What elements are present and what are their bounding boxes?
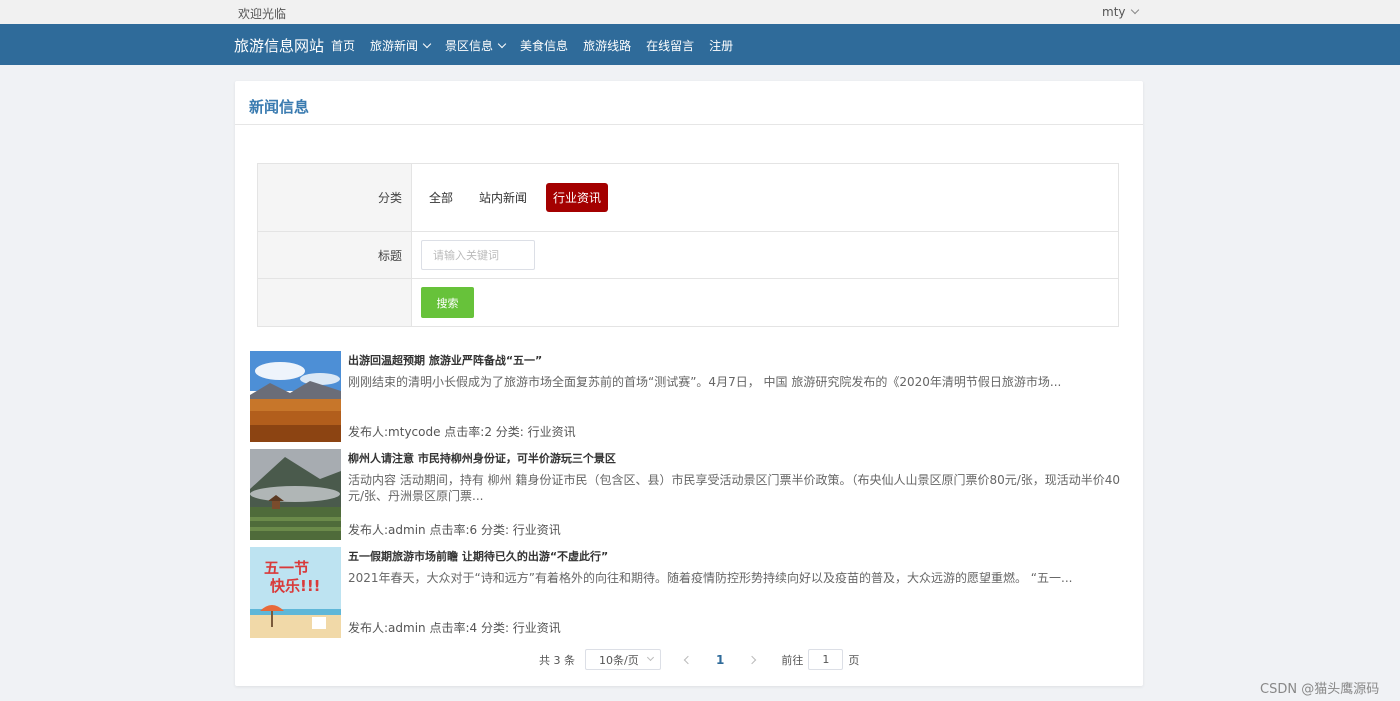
news-title[interactable]: 出游回温超预期 旅游业严阵备战“五一” — [348, 352, 542, 368]
nav-item-label: 在线留言 — [646, 39, 695, 53]
news-thumbnail[interactable] — [250, 449, 341, 540]
news-title[interactable]: 五一假期旅游市场前瞻 让期待已久的出游“不虚此行” — [348, 548, 608, 564]
pagination: 共 3 条 10条/页 1 前往 1 页 — [539, 649, 859, 670]
news-item[interactable]: 出游回温超预期 旅游业严阵备战“五一” 刚刚结束的清明小长假成为了旅游市场全面复… — [250, 351, 1130, 449]
watermark: CSDN @猫头鹰源码 — [1260, 682, 1380, 697]
news-title[interactable]: 柳州人请注意 市民持柳州身份证，可半价游玩三个景区 — [348, 450, 616, 466]
news-summary: 活动内容 活动期间，持有 柳州 籍身份证市民（包含区、县）市民享受活动景区门票半… — [348, 473, 1121, 503]
category-label: 分类 — [258, 164, 412, 231]
user-menu[interactable]: mty — [1102, 5, 1139, 19]
nav-item-travel-news[interactable]: 旅游新闻 — [370, 37, 432, 54]
nav-item-register[interactable]: 注册 — [709, 37, 733, 54]
page-size-value: 10条/页 — [599, 653, 639, 667]
category-industry-news[interactable]: 行业资讯 — [546, 183, 609, 212]
nav-item-messages[interactable]: 在线留言 — [646, 37, 694, 54]
filter-form: 分类 全部 站内新闻 行业资讯 标题 搜索 — [257, 163, 1119, 327]
prev-page-icon[interactable] — [683, 655, 693, 664]
nav-item-label: 注册 — [709, 39, 734, 53]
nav-menu: 首页 旅游新闻 景区信息 美食信息 旅游线路 在线留言 注册 — [331, 37, 733, 54]
title-search-input[interactable] — [421, 240, 535, 270]
total-count: 共 3 条 — [539, 653, 575, 667]
category-row: 分类 全部 站内新闻 行业资讯 — [258, 164, 1118, 232]
goto-page: 前往 1 页 — [781, 649, 859, 670]
chevron-down-icon — [646, 653, 655, 662]
goto-prefix: 前往 — [781, 653, 804, 667]
news-meta: 发布人:mtycode 点击率:2 分类: 行业资讯 — [348, 425, 576, 439]
main-nav: 旅游信息网站 首页 旅游新闻 景区信息 美食信息 旅游线路 在线留言 注册 — [0, 24, 1400, 65]
nav-item-label: 美食信息 — [520, 39, 569, 53]
username: mty — [1102, 5, 1126, 19]
category-site-news[interactable]: 站内新闻 — [472, 183, 534, 212]
news-panel: 新闻信息 分类 全部 站内新闻 行业资讯 标题 搜索 — [235, 81, 1143, 686]
nav-item-travel-routes[interactable]: 旅游线路 — [583, 37, 631, 54]
news-meta: 发布人:admin 点击率:6 分类: 行业资讯 — [348, 523, 561, 537]
welcome-text: 欢迎光临 — [238, 7, 287, 21]
nav-item-label: 景区信息 — [445, 39, 494, 53]
title-label: 标题 — [258, 232, 412, 278]
search-button[interactable]: 搜索 — [421, 287, 474, 318]
next-page-icon[interactable] — [748, 655, 757, 664]
svg-text:五一节: 五一节 — [264, 559, 309, 577]
nav-item-label: 旅游线路 — [583, 39, 632, 53]
top-bar: 欢迎光临 mty — [0, 0, 1400, 24]
chevron-down-icon — [422, 39, 432, 48]
svg-text:快乐!!!: 快乐!!! — [270, 577, 321, 595]
news-meta: 发布人:admin 点击率:4 分类: 行业资讯 — [348, 621, 561, 635]
news-summary: 刚刚结束的清明小长假成为了旅游市场全面复苏前的首场“测试赛”。4月7日， 中国 … — [348, 375, 1062, 389]
goto-suffix: 页 — [848, 653, 860, 667]
news-thumbnail[interactable]: 五一节 快乐!!! — [250, 547, 341, 638]
title-row: 标题 — [258, 232, 1118, 279]
nav-item-label: 首页 — [331, 39, 356, 53]
page-number-current[interactable]: 1 — [716, 653, 724, 667]
news-item[interactable]: 柳州人请注意 市民持柳州身份证，可半价游玩三个景区 活动内容 活动期间，持有 柳… — [250, 449, 1130, 547]
news-summary: 2021年春天，大众对于“诗和远方”有着格外的向往和期待。随着疫情防控形势持续向… — [348, 571, 1073, 585]
page-size-select[interactable]: 10条/页 — [585, 649, 661, 670]
empty-label — [258, 279, 412, 326]
news-list: 出游回温超预期 旅游业严阵备战“五一” 刚刚结束的清明小长假成为了旅游市场全面复… — [250, 351, 1130, 645]
page-title: 新闻信息 — [235, 81, 1143, 125]
goto-page-input[interactable]: 1 — [808, 649, 844, 670]
news-thumbnail[interactable] — [250, 351, 341, 442]
button-row: 搜索 — [258, 279, 1118, 326]
site-brand[interactable]: 旅游信息网站 — [234, 35, 324, 56]
nav-item-food-info[interactable]: 美食信息 — [520, 37, 568, 54]
nav-item-home[interactable]: 首页 — [331, 37, 355, 54]
chevron-down-icon — [1130, 5, 1139, 15]
nav-item-label: 旅游新闻 — [370, 39, 419, 53]
chevron-down-icon — [497, 39, 507, 48]
nav-item-scenic-info[interactable]: 景区信息 — [445, 37, 507, 54]
category-all[interactable]: 全部 — [422, 183, 460, 212]
news-item[interactable]: 五一节 快乐!!! 五一假期旅游市场前瞻 让期待已久的出游“不虚此行” 2021… — [250, 547, 1130, 645]
